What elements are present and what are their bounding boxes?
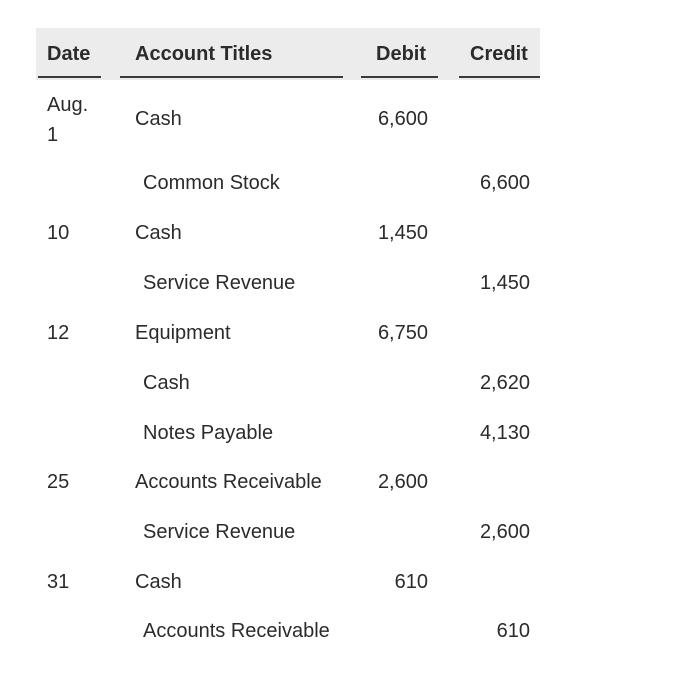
row-11-credit: 610 xyxy=(496,620,530,642)
row-5-account: Equipment xyxy=(135,322,231,344)
row-5-debit: 6,750 xyxy=(377,322,428,344)
header-debit: Debit xyxy=(376,43,426,65)
row-11-account: Accounts Receivable xyxy=(143,620,330,642)
row-1-date: Aug. 1 xyxy=(47,94,89,146)
row-5-date: 12 xyxy=(47,322,70,344)
row-3-account: Cash xyxy=(135,222,182,244)
row-10-debit: 610 xyxy=(394,571,428,593)
row-8-debit: 2,600 xyxy=(377,471,428,493)
header-underline-debit xyxy=(361,76,438,78)
row-4-credit: 1,450 xyxy=(479,272,530,294)
row-6-credit: 2,620 xyxy=(479,372,530,394)
row-7-credit: 4,130 xyxy=(479,422,530,444)
header-underline-account xyxy=(120,76,343,78)
header-underline-credit xyxy=(459,76,540,78)
row-3-debit: 1,450 xyxy=(377,222,428,244)
row-9-credit: 2,600 xyxy=(479,521,530,543)
row-2-credit: 6,600 xyxy=(479,172,530,194)
row-1-debit: 6,600 xyxy=(377,108,428,130)
header-date: Date xyxy=(47,43,91,65)
header-credit: Credit xyxy=(470,43,528,65)
row-10-account: Cash xyxy=(135,571,182,593)
row-1-account: Cash xyxy=(135,108,182,130)
row-7-account: Notes Payable xyxy=(143,422,274,444)
row-2-account: Common Stock xyxy=(143,172,280,194)
row-8-date: 25 xyxy=(47,471,70,493)
row-10-date: 31 xyxy=(47,571,70,593)
row-8-account: Accounts Receivable xyxy=(135,471,322,493)
table-header-background xyxy=(36,28,540,80)
row-6-account: Cash xyxy=(143,372,190,394)
header-underline-date xyxy=(38,76,101,78)
header-account-titles: Account Titles xyxy=(135,43,273,65)
row-3-date: 10 xyxy=(47,222,70,244)
row-4-account: Service Revenue xyxy=(143,272,296,294)
row-9-account: Service Revenue xyxy=(143,521,296,543)
